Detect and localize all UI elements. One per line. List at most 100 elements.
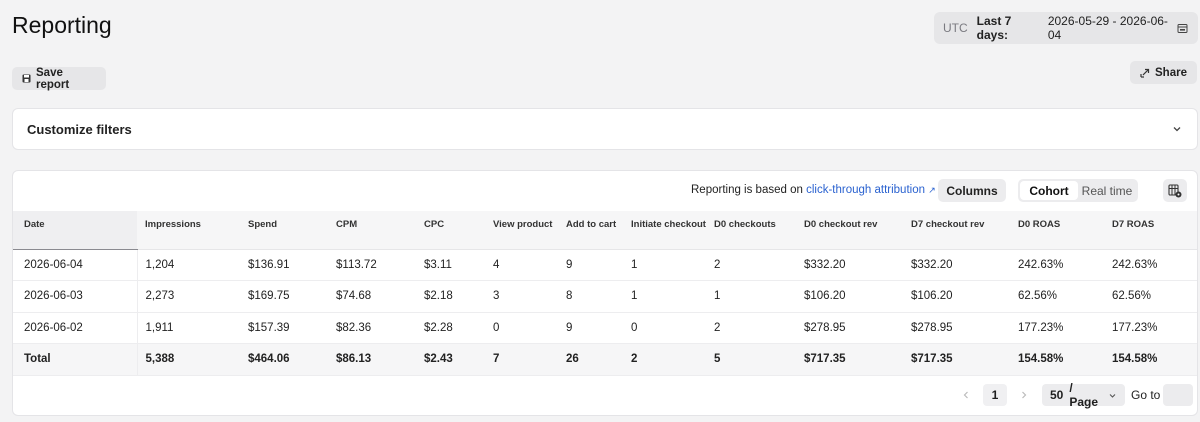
date-range-picker[interactable]: UTC Last 7 days: 2026-05-29 - 2026-06-04 (934, 12, 1198, 44)
table-cell: 1 (623, 249, 706, 281)
page-size-suffix: / Page (1069, 381, 1099, 409)
table-cell: 8 (558, 280, 623, 313)
table-cell: $136.91 (240, 249, 328, 281)
timezone-label: UTC (943, 21, 968, 35)
goto-label: Go to (1131, 388, 1161, 402)
table-cell: 5 (706, 343, 796, 376)
table-cell: 5,388 (137, 343, 240, 376)
pagination: 1 50 / Page Go to (13, 381, 1197, 409)
table-cell: 2 (706, 312, 796, 344)
column-header-d7-roas[interactable]: D7 ROAS (1104, 211, 1197, 250)
table-cell: 3 (485, 280, 558, 313)
goto-page-input[interactable] (1163, 384, 1193, 406)
share-icon (1140, 68, 1150, 78)
share-label: Share (1155, 66, 1187, 79)
table-row: 2026-06-04 1,204 $136.91 $113.72 $3.11 4… (13, 249, 1197, 281)
table-cell: $106.20 (796, 280, 903, 313)
table-cell: $278.95 (903, 312, 1010, 344)
table-cell: 0 (623, 312, 706, 344)
table-cell: 177.23% (1104, 312, 1197, 344)
page-button-current[interactable]: 1 (983, 384, 1007, 406)
table-total-row: Total 5,388 $464.06 $86.13 $2.43 7 26 2 … (13, 343, 1197, 376)
table-cell: 1,911 (137, 312, 240, 344)
export-settings-icon (1168, 183, 1182, 198)
mode-real-time[interactable]: Real time (1078, 181, 1136, 200)
page-title: Reporting (12, 12, 112, 38)
save-report-label: Save report (36, 66, 70, 91)
table-cell: 4 (485, 249, 558, 281)
chevron-down-icon[interactable] (1171, 123, 1183, 135)
table-cell: 1,204 (137, 249, 240, 281)
customize-filters-title: Customize filters (27, 121, 132, 137)
export-settings-button[interactable] (1163, 179, 1187, 202)
report-table: Date Impressions Spend CPM CPC View prod… (13, 211, 1197, 376)
table-cell: 9 (558, 249, 623, 281)
table-cell: 1 (706, 280, 796, 313)
customize-filters-panel[interactable]: Customize filters (12, 108, 1198, 150)
table-row: 2026-06-03 2,273 $169.75 $74.68 $2.18 3 … (13, 280, 1197, 313)
chevron-left-icon[interactable] (960, 389, 972, 401)
column-header-d0-roas[interactable]: D0 ROAS (1010, 211, 1104, 250)
table-cell: 0 (485, 312, 558, 344)
column-header-add-to-cart[interactable]: Add to cart (558, 211, 623, 250)
table-cell: 242.63% (1104, 249, 1197, 281)
column-header-d7-checkout-rev[interactable]: D7 checkout rev (903, 211, 1010, 250)
date-range-label: Last 7 days: (976, 14, 1012, 42)
table-cell: 154.58% (1104, 343, 1197, 376)
table-toolbar: Reporting is based on click-through attr… (13, 171, 1197, 211)
table-cell: $278.95 (796, 312, 903, 344)
table-cell: $464.06 (240, 343, 328, 376)
table-cell: $169.75 (240, 280, 328, 313)
table-cell: $3.11 (416, 249, 485, 281)
table-cell: $74.68 (328, 280, 416, 313)
attribution-note: Reporting is based on click-through attr… (691, 184, 936, 196)
column-header-impressions[interactable]: Impressions (137, 211, 240, 250)
table-cell: 2026-06-04 (13, 249, 138, 281)
table-cell: 242.63% (1010, 249, 1104, 281)
column-header-cpm[interactable]: CPM (328, 211, 416, 250)
mode-toggle: Cohort Real time (1018, 179, 1138, 202)
mode-cohort[interactable]: Cohort (1020, 181, 1078, 200)
table-cell: 154.58% (1010, 343, 1104, 376)
table-cell: 2026-06-02 (13, 312, 138, 344)
page-size-select[interactable]: 50 / Page (1042, 381, 1125, 409)
column-header-date[interactable]: Date (13, 211, 137, 250)
columns-button[interactable]: Columns (938, 179, 1006, 202)
chevron-right-icon[interactable] (1018, 389, 1030, 401)
table-cell: $332.20 (903, 249, 1010, 281)
table-cell: 2 (706, 249, 796, 281)
table-cell: 177.23% (1010, 312, 1104, 344)
table-cell: $2.28 (416, 312, 485, 344)
table-cell: 26 (558, 343, 623, 376)
chevron-down-icon (1108, 391, 1117, 400)
table-cell: 2 (623, 343, 706, 376)
table-cell: 2026-06-03 (13, 280, 138, 313)
table-cell: $86.13 (328, 343, 416, 376)
table-cell: $157.39 (240, 312, 328, 344)
column-header-view-product[interactable]: View product (485, 211, 558, 250)
table-cell: $2.43 (416, 343, 485, 376)
table-cell: $332.20 (796, 249, 903, 281)
report-table-card: Reporting is based on click-through attr… (12, 170, 1198, 416)
external-link-icon: ↗ (928, 185, 936, 195)
table-cell: $717.35 (903, 343, 1010, 376)
column-header-d0-checkouts[interactable]: D0 checkouts (706, 211, 796, 250)
column-header-initiate-checkout[interactable]: Initiate checkout (623, 211, 706, 250)
table-cell: 7 (485, 343, 558, 376)
column-header-cpc[interactable]: CPC (416, 211, 485, 250)
column-header-spend[interactable]: Spend (240, 211, 328, 250)
save-report-button[interactable]: Save report (12, 66, 106, 91)
attribution-prefix: Reporting is based on (691, 184, 803, 196)
share-button[interactable]: Share (1130, 61, 1197, 84)
table-header-row: Date Impressions Spend CPM CPC View prod… (13, 211, 1197, 250)
table-cell: $717.35 (796, 343, 903, 376)
column-header-d0-checkout-rev[interactable]: D0 checkout rev (796, 211, 903, 250)
table-cell: $106.20 (903, 280, 1010, 313)
attribution-link[interactable]: click-through attribution (806, 184, 925, 196)
table-cell: $113.72 (328, 249, 416, 281)
table-cell: 2,273 (137, 280, 240, 313)
table-cell: $82.36 (328, 312, 416, 344)
date-range-value: 2026-05-29 - 2026-06-04 (1047, 14, 1168, 42)
table-row: 2026-06-02 1,911 $157.39 $82.36 $2.28 0 … (13, 312, 1197, 344)
save-icon (22, 74, 31, 83)
